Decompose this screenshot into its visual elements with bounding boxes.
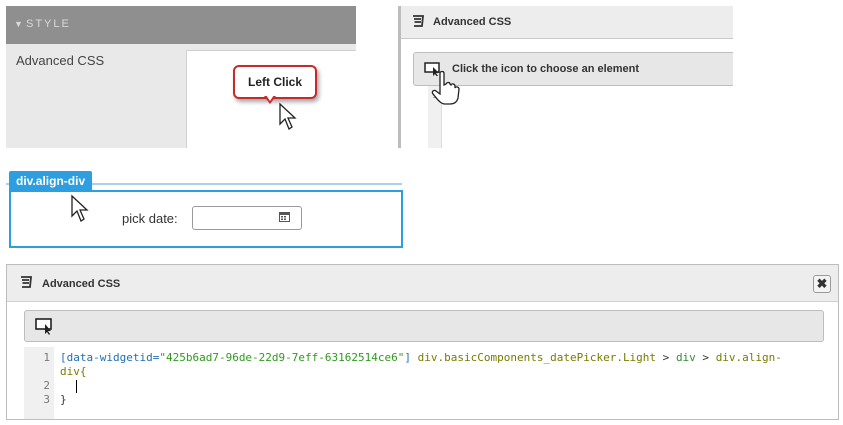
left-click-callout: Left Click: [233, 65, 317, 99]
element-picker-icon[interactable]: [35, 318, 55, 335]
code-text: }: [60, 393, 67, 406]
line-number: 1: [43, 351, 50, 364]
choose-element-toolbar[interactable]: Click the icon to choose an element: [413, 52, 733, 86]
choose-element-toolbar: [24, 310, 824, 342]
collapse-arrow-icon[interactable]: ▼: [14, 19, 25, 29]
code-tag: div: [675, 351, 696, 364]
code-combinator: >: [695, 351, 716, 364]
date-picker-input[interactable]: [192, 206, 302, 230]
code-combinator: >: [656, 351, 676, 364]
dialog-titlebar: Advanced CSS: [401, 6, 733, 39]
dialog-title: Advanced CSS: [42, 278, 121, 290]
css3-icon: [19, 275, 33, 289]
close-button[interactable]: ✖: [813, 275, 831, 293]
callout-tail-inner: [266, 95, 274, 101]
dialog-title: Advanced CSS: [433, 16, 512, 28]
selector-tab: div.align-div: [9, 171, 93, 191]
code-class: div.align-: [715, 351, 782, 364]
text-caret: [76, 379, 77, 393]
advanced-css-label: Advanced CSS: [16, 53, 105, 68]
pick-date-label: pick date:: [122, 211, 178, 226]
code-attr: [data-widgetid=: [60, 351, 160, 364]
line-number: 2: [43, 379, 50, 392]
css-code-editor[interactable]: 1 [data-widgetid="425b6ad7-96de-22d9-7ef…: [24, 347, 824, 419]
style-section-title: STYLE: [26, 18, 71, 30]
mouse-pointer-icon: [71, 194, 89, 222]
code-class: div.basicComponents_datePicker.Light: [411, 351, 657, 364]
code-string: "425b6ad7-96de-22d9-7eff-63162514ce6": [159, 351, 405, 364]
line-number: 3: [43, 393, 50, 406]
dialog-titlebar: Advanced CSS ✖: [7, 265, 838, 302]
hand-cursor-icon: [431, 70, 460, 105]
css3-icon: [411, 14, 425, 28]
widget-preview: div.align-div pick date:: [6, 166, 403, 248]
choose-element-label: Click the icon to choose an element: [452, 63, 640, 75]
mouse-pointer-icon: [279, 102, 297, 130]
advanced-css-dialog: Advanced CSS ✖ 1 [data-widgetid="425b6ad…: [6, 264, 839, 420]
code-text: div{: [60, 365, 87, 378]
calendar-icon[interactable]: [279, 211, 290, 222]
style-section-header[interactable]: ▼ STYLE: [6, 6, 356, 44]
